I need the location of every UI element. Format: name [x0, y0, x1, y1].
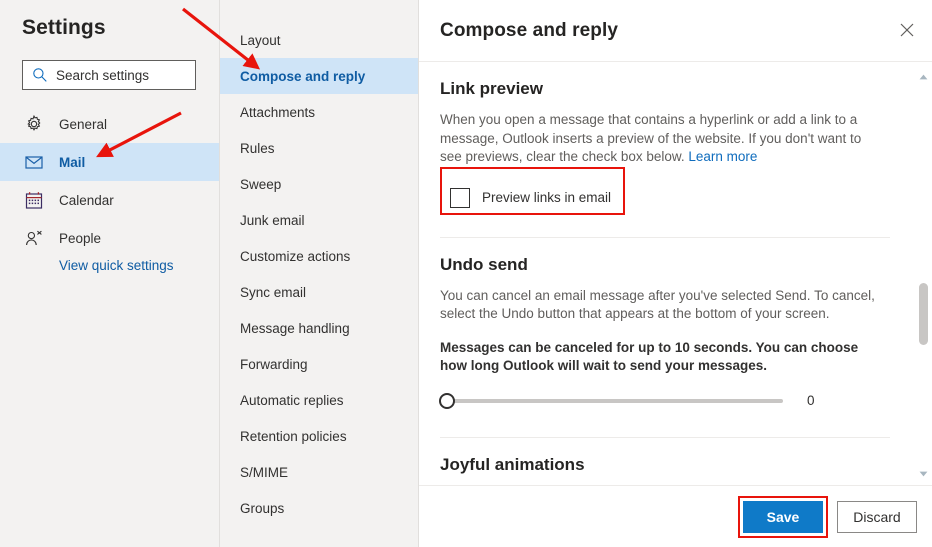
- preview-links-highlight: Preview links in email: [440, 166, 626, 215]
- search-icon: [32, 67, 48, 83]
- discard-button[interactable]: Discard: [837, 500, 917, 533]
- sidebar-item-label: Mail: [59, 154, 86, 170]
- subnav-item-attachments[interactable]: Attachments: [220, 94, 418, 130]
- save-button[interactable]: Save: [743, 500, 823, 533]
- subnav-item-smime[interactable]: S/MIME: [220, 454, 418, 490]
- sidebar-nav: General Mail Calendar People: [0, 105, 219, 257]
- undo-send-slider[interactable]: [439, 392, 783, 409]
- section-divider-2: [440, 436, 890, 438]
- scrollbar-thumb[interactable]: [919, 283, 928, 345]
- undo-send-heading: Undo send: [440, 254, 528, 274]
- subnav-item-forwarding[interactable]: Forwarding: [220, 346, 418, 382]
- sidebar-item-general[interactable]: General: [0, 105, 219, 143]
- sidebar-item-label: Calendar: [59, 192, 114, 208]
- calendar-icon: [24, 190, 44, 210]
- preview-links-checkbox-label: Preview links in email: [482, 190, 612, 205]
- subnav-item-sync-email[interactable]: Sync email: [220, 274, 418, 310]
- link-preview-description-text: When you open a message that contains a …: [440, 112, 862, 164]
- section-divider: [440, 236, 890, 238]
- preview-links-checkbox[interactable]: [450, 187, 470, 208]
- subnav-item-automatic-replies[interactable]: Automatic replies: [220, 382, 418, 418]
- search-input[interactable]: Search settings: [22, 60, 196, 90]
- panel-title: Compose and reply: [440, 19, 619, 41]
- page-title: Settings: [22, 16, 106, 39]
- scroll-down-button[interactable]: [915, 464, 932, 481]
- scroll-up-button[interactable]: [915, 67, 932, 84]
- panel-scrollbar[interactable]: [915, 62, 932, 485]
- sidebar-item-label: General: [59, 116, 108, 132]
- undo-send-slider-row: 0: [439, 390, 932, 412]
- scroll-down-arrow-icon: [919, 464, 928, 482]
- subnav-item-sweep[interactable]: Sweep: [220, 166, 418, 202]
- subnav-item-customize-actions[interactable]: Customize actions: [220, 238, 418, 274]
- gear-icon: [24, 114, 44, 134]
- mail-settings-subnav: Layout Compose and reply Attachments Rul…: [219, 0, 419, 547]
- panel-footer: Save Discard: [419, 485, 932, 547]
- subnav-item-compose-and-reply[interactable]: Compose and reply: [220, 58, 418, 94]
- subnav-item-message-handling[interactable]: Message handling: [220, 310, 418, 346]
- search-placeholder: Search settings: [56, 67, 150, 83]
- sidebar-item-people[interactable]: People: [0, 219, 219, 257]
- preview-links-checkbox-row[interactable]: Preview links in email: [442, 183, 623, 213]
- sidebar-item-mail[interactable]: Mail: [0, 143, 219, 181]
- panel-body: Link preview When you open a message tha…: [419, 62, 932, 485]
- scroll-up-arrow-icon: [919, 67, 928, 85]
- undo-send-description: You can cancel an email message after yo…: [440, 287, 875, 322]
- view-quick-settings-link[interactable]: View quick settings: [59, 258, 174, 273]
- envelope-icon: [24, 152, 44, 172]
- sidebar-item-calendar[interactable]: Calendar: [0, 181, 219, 219]
- settings-dialog: Settings Search settings General Mail Ca…: [0, 0, 932, 547]
- subnav-item-junk-email[interactable]: Junk email: [220, 202, 418, 238]
- settings-sidebar: Settings Search settings General Mail Ca…: [0, 0, 219, 547]
- joyful-animations-heading: Joyful animations: [440, 454, 585, 474]
- subnav-item-groups[interactable]: Groups: [220, 490, 418, 526]
- learn-more-link[interactable]: Learn more: [688, 149, 757, 164]
- panel-header: Compose and reply: [419, 0, 932, 62]
- link-preview-description: When you open a message that contains a …: [440, 111, 878, 167]
- undo-send-bold-description: Messages can be canceled for up to 10 se…: [440, 339, 859, 374]
- subnav-item-layout[interactable]: Layout: [220, 22, 418, 58]
- link-preview-heading: Link preview: [440, 79, 543, 98]
- save-button-highlight: Save: [738, 495, 828, 538]
- sidebar-item-label: People: [59, 230, 102, 246]
- undo-send-slider-value: 0: [807, 393, 815, 408]
- settings-detail-panel: Compose and reply Link preview When you …: [419, 0, 932, 547]
- person-icon: [24, 228, 44, 248]
- close-icon: [900, 23, 914, 42]
- subnav-item-retention-policies[interactable]: Retention policies: [220, 418, 418, 454]
- undo-send-slider-thumb[interactable]: [439, 392, 455, 409]
- close-button[interactable]: [892, 17, 922, 47]
- subnav-item-rules[interactable]: Rules: [220, 130, 418, 166]
